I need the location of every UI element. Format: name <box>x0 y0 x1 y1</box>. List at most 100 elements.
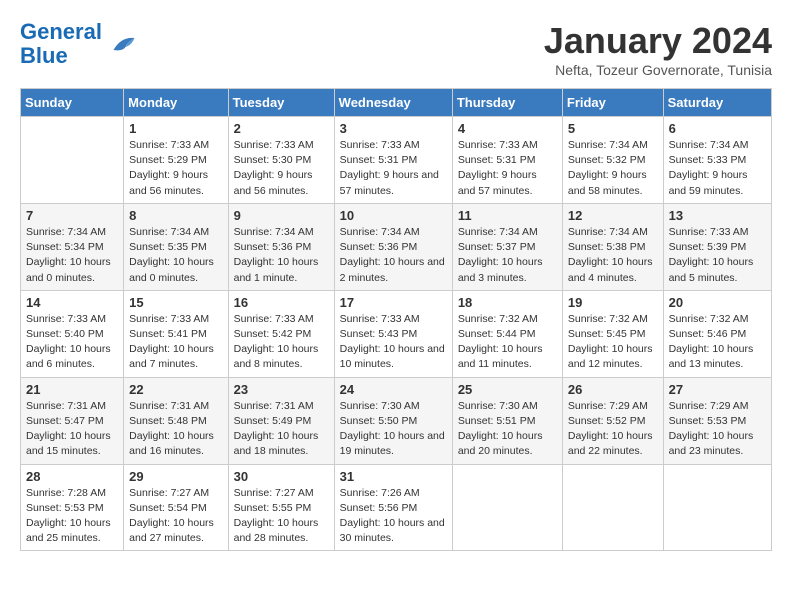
day-number: 14 <box>26 295 118 310</box>
calendar-cell: 19Sunrise: 7:32 AMSunset: 5:45 PMDayligh… <box>562 290 663 377</box>
day-info: Sunrise: 7:33 AMSunset: 5:39 PMDaylight:… <box>669 225 766 286</box>
calendar-cell: 14 Sunrise: 7:33 AMSunset: 5:40 PMDayligh… <box>21 290 124 377</box>
day-number: 28 <box>26 469 118 484</box>
day-info: Sunrise: 7:33 AMSunset: 5:43 PMDaylight:… <box>340 312 447 373</box>
calendar-cell: 30 Sunrise: 7:27 AMSunset: 5:55 PMDayligh… <box>228 464 334 551</box>
calendar-cell: 7 Sunrise: 7:34 AMSunset: 5:34 PMDaylight… <box>21 203 124 290</box>
calendar-cell <box>21 117 124 204</box>
day-number: 7 <box>26 208 118 223</box>
day-info: Sunrise: 7:30 AMSunset: 5:51 PMDaylight:… <box>458 399 557 460</box>
logo-text: GeneralBlue <box>20 20 102 68</box>
day-number: 2 <box>234 121 329 136</box>
weekday-header: Saturday <box>663 89 771 117</box>
day-number: 6 <box>669 121 766 136</box>
location-subtitle: Nefta, Tozeur Governorate, Tunisia <box>544 62 772 78</box>
calendar-cell: 20 Sunrise: 7:32 AMSunset: 5:46 PMDayligh… <box>663 290 771 377</box>
month-title: January 2024 <box>544 20 772 62</box>
day-number: 21 <box>26 382 118 397</box>
calendar-cell: 10Sunrise: 7:34 AMSunset: 5:36 PMDayligh… <box>334 203 452 290</box>
weekday-header: Wednesday <box>334 89 452 117</box>
day-number: 9 <box>234 208 329 223</box>
day-number: 24 <box>340 382 447 397</box>
day-number: 4 <box>458 121 557 136</box>
day-info: Sunrise: 7:32 AMSunset: 5:44 PMDaylight:… <box>458 312 557 373</box>
day-info: Sunrise: 7:34 AMSunset: 5:37 PMDaylight:… <box>458 225 557 286</box>
title-block: January 2024 Nefta, Tozeur Governorate, … <box>544 20 772 78</box>
day-info: Sunrise: 7:32 AMSunset: 5:46 PMDaylight:… <box>669 312 766 373</box>
day-number: 17 <box>340 295 447 310</box>
day-info: Sunrise: 7:29 AMSunset: 5:52 PMDaylight:… <box>568 399 658 460</box>
calendar-cell: 2 Sunrise: 7:33 AMSunset: 5:30 PMDaylight… <box>228 117 334 204</box>
day-number: 12 <box>568 208 658 223</box>
day-number: 15 <box>129 295 222 310</box>
calendar-cell <box>562 464 663 551</box>
day-number: 16 <box>234 295 329 310</box>
calendar-cell: 27Sunrise: 7:29 AMSunset: 5:53 PMDayligh… <box>663 377 771 464</box>
calendar-cell: 13 Sunrise: 7:33 AMSunset: 5:39 PMDayligh… <box>663 203 771 290</box>
calendar-cell: 6Sunrise: 7:34 AMSunset: 5:33 PMDaylight… <box>663 117 771 204</box>
day-info: Sunrise: 7:27 AMSunset: 5:54 PMDaylight:… <box>129 486 222 547</box>
day-info: Sunrise: 7:34 AMSunset: 5:35 PMDaylight:… <box>129 225 222 286</box>
day-number: 31 <box>340 469 447 484</box>
weekday-header: Sunday <box>21 89 124 117</box>
calendar-cell: 1Sunrise: 7:33 AMSunset: 5:29 PMDaylight… <box>124 117 228 204</box>
calendar-cell: 17 Sunrise: 7:33 AMSunset: 5:43 PMDayligh… <box>334 290 452 377</box>
weekday-header: Friday <box>562 89 663 117</box>
day-number: 18 <box>458 295 557 310</box>
day-number: 5 <box>568 121 658 136</box>
day-info: Sunrise: 7:31 AMSunset: 5:48 PMDaylight:… <box>129 399 222 460</box>
day-info: Sunrise: 7:31 AMSunset: 5:47 PMDaylight:… <box>26 399 118 460</box>
day-number: 3 <box>340 121 447 136</box>
day-info: Sunrise: 7:33 AMSunset: 5:40 PMDaylight:… <box>26 312 118 373</box>
calendar-week-row: 21 Sunrise: 7:31 AMSunset: 5:47 PMDayligh… <box>21 377 772 464</box>
calendar-cell <box>452 464 562 551</box>
day-info: Sunrise: 7:33 AMSunset: 5:31 PMDaylight:… <box>458 138 557 199</box>
weekday-header: Tuesday <box>228 89 334 117</box>
calendar-week-row: 1Sunrise: 7:33 AMSunset: 5:29 PMDaylight… <box>21 117 772 204</box>
calendar-cell: 26Sunrise: 7:29 AMSunset: 5:52 PMDayligh… <box>562 377 663 464</box>
day-info: Sunrise: 7:32 AMSunset: 5:45 PMDaylight:… <box>568 312 658 373</box>
calendar-cell: 4 Sunrise: 7:33 AMSunset: 5:31 PMDaylight… <box>452 117 562 204</box>
day-number: 8 <box>129 208 222 223</box>
day-number: 23 <box>234 382 329 397</box>
day-number: 29 <box>129 469 222 484</box>
calendar-cell: 3 Sunrise: 7:33 AMSunset: 5:31 PMDaylight… <box>334 117 452 204</box>
day-info: Sunrise: 7:30 AMSunset: 5:50 PMDaylight:… <box>340 399 447 460</box>
calendar-cell: 24 Sunrise: 7:30 AMSunset: 5:50 PMDayligh… <box>334 377 452 464</box>
calendar-cell: 16 Sunrise: 7:33 AMSunset: 5:42 PMDayligh… <box>228 290 334 377</box>
day-info: Sunrise: 7:33 AMSunset: 5:42 PMDaylight:… <box>234 312 329 373</box>
page-header: GeneralBlue January 2024 Nefta, Tozeur G… <box>20 20 772 78</box>
day-number: 20 <box>669 295 766 310</box>
calendar-week-row: 28Sunrise: 7:28 AMSunset: 5:53 PMDayligh… <box>21 464 772 551</box>
day-info: Sunrise: 7:29 AMSunset: 5:53 PMDaylight:… <box>669 399 766 460</box>
calendar-cell: 31 Sunrise: 7:26 AMSunset: 5:56 PMDayligh… <box>334 464 452 551</box>
calendar-week-row: 14 Sunrise: 7:33 AMSunset: 5:40 PMDayligh… <box>21 290 772 377</box>
weekday-header: Monday <box>124 89 228 117</box>
day-info: Sunrise: 7:33 AMSunset: 5:29 PMDaylight:… <box>129 138 222 199</box>
logo-icon <box>106 29 136 59</box>
day-info: Sunrise: 7:33 AMSunset: 5:31 PMDaylight:… <box>340 138 447 199</box>
day-info: Sunrise: 7:26 AMSunset: 5:56 PMDaylight:… <box>340 486 447 547</box>
calendar-cell: 12Sunrise: 7:34 AMSunset: 5:38 PMDayligh… <box>562 203 663 290</box>
day-number: 22 <box>129 382 222 397</box>
calendar-week-row: 7 Sunrise: 7:34 AMSunset: 5:34 PMDaylight… <box>21 203 772 290</box>
day-info: Sunrise: 7:31 AMSunset: 5:49 PMDaylight:… <box>234 399 329 460</box>
weekday-header: Thursday <box>452 89 562 117</box>
day-info: Sunrise: 7:34 AMSunset: 5:34 PMDaylight:… <box>26 225 118 286</box>
day-info: Sunrise: 7:27 AMSunset: 5:55 PMDaylight:… <box>234 486 329 547</box>
day-info: Sunrise: 7:33 AMSunset: 5:30 PMDaylight:… <box>234 138 329 199</box>
day-number: 30 <box>234 469 329 484</box>
calendar-cell: 25 Sunrise: 7:30 AMSunset: 5:51 PMDayligh… <box>452 377 562 464</box>
calendar-table: SundayMondayTuesdayWednesdayThursdayFrid… <box>20 88 772 551</box>
calendar-cell: 8 Sunrise: 7:34 AMSunset: 5:35 PMDaylight… <box>124 203 228 290</box>
day-number: 11 <box>458 208 557 223</box>
day-info: Sunrise: 7:34 AMSunset: 5:36 PMDaylight:… <box>340 225 447 286</box>
calendar-cell: 15 Sunrise: 7:33 AMSunset: 5:41 PMDayligh… <box>124 290 228 377</box>
day-info: Sunrise: 7:33 AMSunset: 5:41 PMDaylight:… <box>129 312 222 373</box>
calendar-cell: 11 Sunrise: 7:34 AMSunset: 5:37 PMDayligh… <box>452 203 562 290</box>
calendar-cell: 28Sunrise: 7:28 AMSunset: 5:53 PMDayligh… <box>21 464 124 551</box>
day-info: Sunrise: 7:34 AMSunset: 5:32 PMDaylight:… <box>568 138 658 199</box>
day-number: 13 <box>669 208 766 223</box>
day-number: 25 <box>458 382 557 397</box>
calendar-cell: 29 Sunrise: 7:27 AMSunset: 5:54 PMDayligh… <box>124 464 228 551</box>
